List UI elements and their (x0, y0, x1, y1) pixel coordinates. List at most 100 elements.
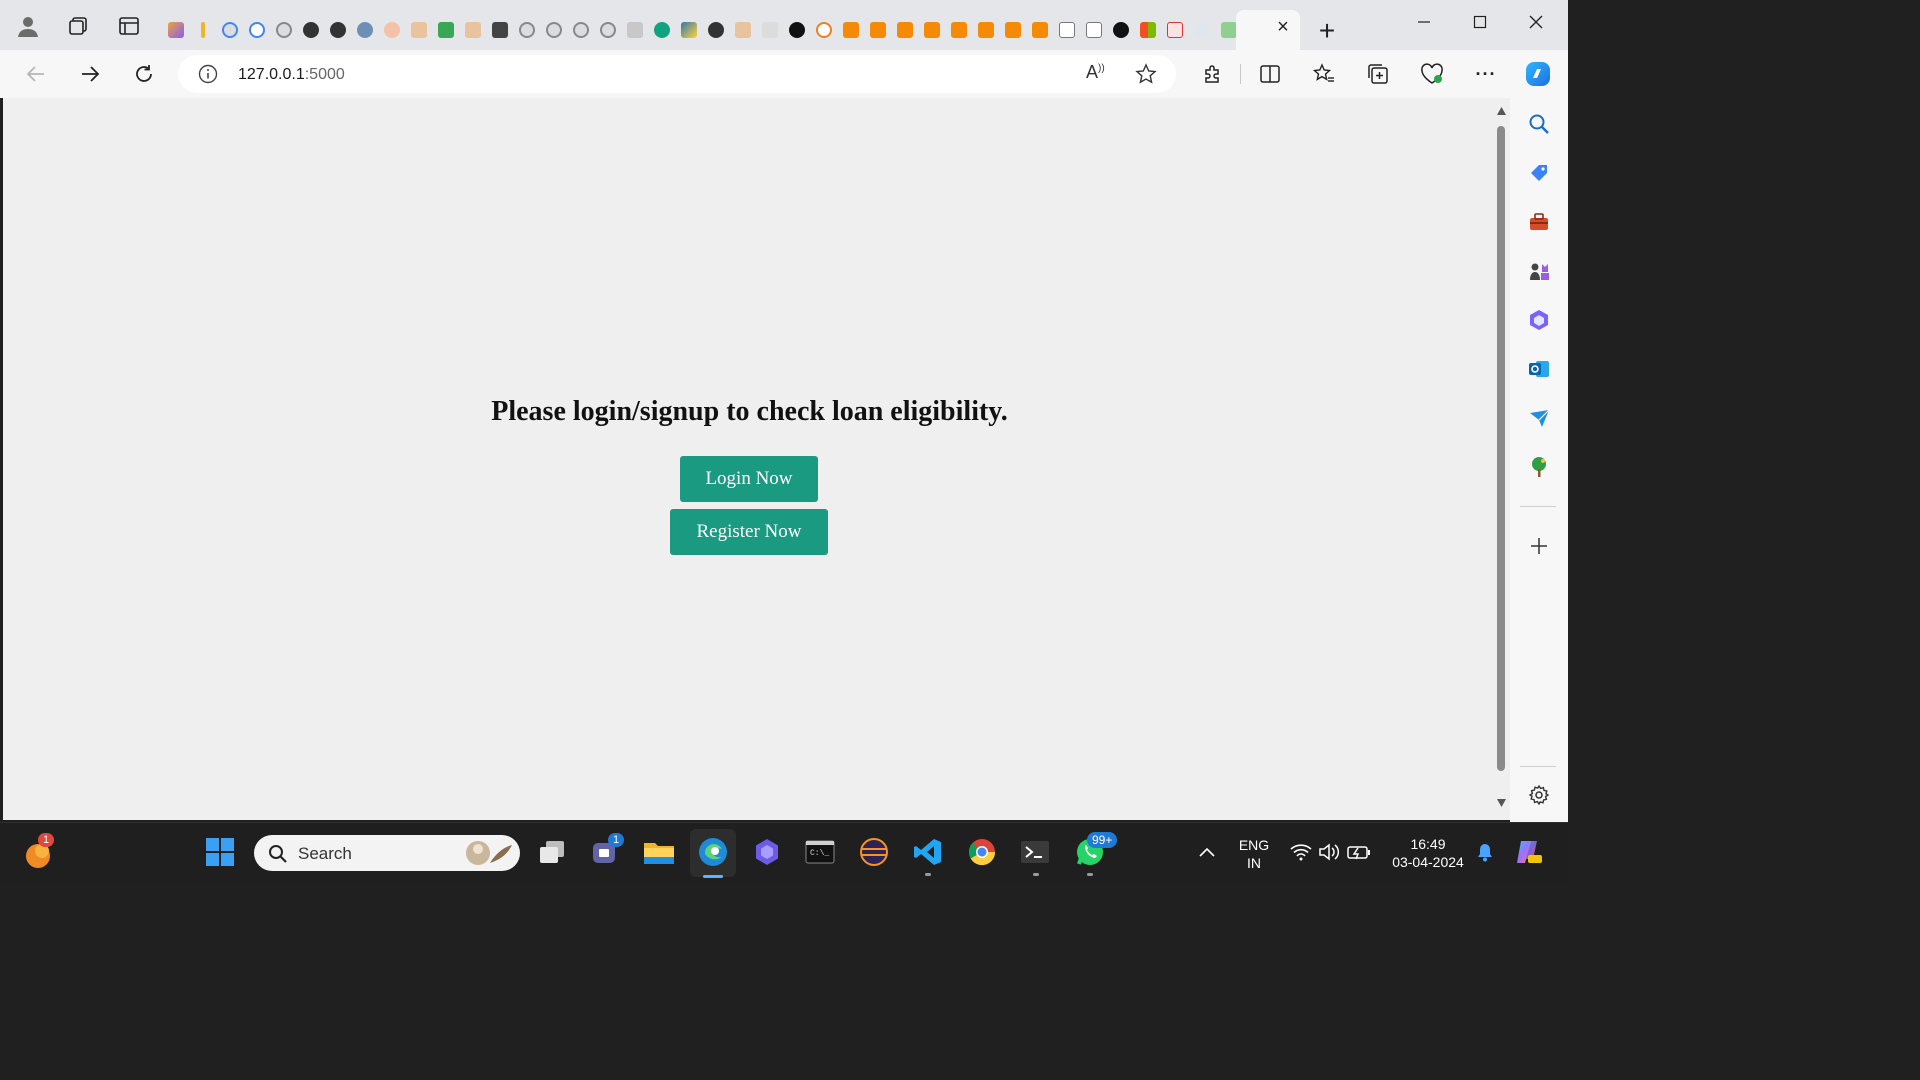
games-icon[interactable] (1527, 259, 1551, 283)
tab-favicon[interactable] (999, 16, 1026, 44)
tab-favicon[interactable] (675, 16, 702, 44)
start-button[interactable] (204, 835, 236, 869)
tab-favicon[interactable] (1134, 16, 1161, 44)
tab-favicon[interactable] (1080, 16, 1107, 44)
shopping-tag-icon[interactable] (1527, 161, 1551, 185)
workspaces-icon[interactable] (66, 14, 90, 38)
browser-essentials-icon[interactable] (1418, 60, 1446, 88)
outlook-icon[interactable] (1527, 357, 1551, 381)
tab-favicon[interactable] (378, 16, 405, 44)
extensions-icon[interactable] (1198, 60, 1226, 88)
tab-favicon[interactable] (459, 16, 486, 44)
tab-favicon[interactable] (918, 16, 945, 44)
tab-favicon[interactable] (513, 16, 540, 44)
microsoft-365-icon[interactable] (1527, 308, 1551, 332)
register-now-button[interactable]: Register Now (670, 509, 828, 555)
task-view-icon[interactable] (536, 835, 568, 869)
close-tab-icon[interactable]: × (1272, 16, 1294, 38)
tab-favicon[interactable] (1053, 16, 1080, 44)
minimize-button[interactable] (1404, 8, 1444, 36)
volume-icon[interactable] (1316, 835, 1342, 869)
tab-favicon[interactable] (297, 16, 324, 44)
tab-favicon[interactable] (729, 16, 756, 44)
split-screen-icon[interactable] (1256, 60, 1284, 88)
active-tab[interactable]: × (1236, 10, 1300, 50)
tab-favicon[interactable] (243, 16, 270, 44)
tab-favicon[interactable] (756, 16, 783, 44)
taskbar-search[interactable]: Search (254, 835, 520, 871)
show-hidden-icons-chevron-icon[interactable] (1193, 835, 1221, 869)
scroll-up-arrow-icon[interactable] (1496, 106, 1507, 116)
maximize-button[interactable] (1460, 8, 1500, 36)
tab-favicon[interactable] (648, 16, 675, 44)
read-aloud-icon[interactable]: A)) (1086, 62, 1110, 86)
tab-favicon[interactable] (621, 16, 648, 44)
add-sidebar-app-icon[interactable] (1527, 534, 1551, 558)
eclipse-icon[interactable] (858, 835, 890, 869)
tab-favicon[interactable] (270, 16, 297, 44)
back-button[interactable] (22, 60, 50, 88)
vscode-icon[interactable] (912, 835, 944, 869)
tab-favicon[interactable] (810, 16, 837, 44)
forward-button[interactable] (76, 60, 104, 88)
input-language-indicator[interactable]: ENG IN (1232, 836, 1276, 872)
tab-actions-icon[interactable] (117, 14, 141, 38)
tab-favicon[interactable] (432, 16, 459, 44)
tab-favicon[interactable] (1188, 16, 1215, 44)
notifications-bell-icon[interactable] (1472, 835, 1498, 869)
tab-favicon[interactable] (486, 16, 513, 44)
teams-icon[interactable]: 1 (590, 833, 625, 869)
tab-favicon[interactable] (351, 16, 378, 44)
clock[interactable]: 16:49 03-04-2024 (1384, 835, 1472, 871)
copilot-preview-icon[interactable] (1512, 835, 1544, 869)
wifi-icon[interactable] (1288, 835, 1314, 869)
tab-favicon[interactable] (594, 16, 621, 44)
profile-icon[interactable] (16, 14, 40, 38)
refresh-button[interactable] (130, 60, 158, 88)
tab-favicon[interactable] (162, 16, 189, 44)
favorite-star-icon[interactable] (1135, 63, 1157, 85)
tab-favicon[interactable] (216, 16, 243, 44)
edge-icon[interactable] (697, 835, 729, 869)
page-scrollbar[interactable] (1493, 98, 1510, 820)
tab-favicon[interactable] (783, 16, 810, 44)
address-bar[interactable]: 127.0.0.1:5000 A)) (178, 55, 1176, 93)
tab-favicon[interactable] (540, 16, 567, 44)
tab-favicon[interactable] (1026, 16, 1053, 44)
login-now-button[interactable]: Login Now (680, 456, 818, 502)
tab-favicon[interactable] (864, 16, 891, 44)
tab-favicon[interactable] (405, 16, 432, 44)
tab-favicon[interactable] (945, 16, 972, 44)
tab-favicon[interactable] (324, 16, 351, 44)
tab-favicon[interactable] (837, 16, 864, 44)
power-automate-icon[interactable] (751, 835, 783, 869)
scroll-thumb[interactable] (1497, 126, 1505, 771)
tab-favicon[interactable] (1107, 16, 1134, 44)
tab-favicon[interactable] (189, 16, 216, 44)
battery-icon[interactable] (1346, 835, 1372, 869)
settings-and-more-icon[interactable]: ··· (1472, 60, 1500, 88)
tab-favicon[interactable] (1161, 16, 1188, 44)
whatsapp-icon[interactable]: 99+ (1074, 832, 1118, 869)
drop-send-icon[interactable] (1527, 406, 1551, 430)
terminal-icon[interactable]: C:\_ (804, 835, 836, 869)
tab-favicon[interactable] (702, 16, 729, 44)
weather-widget-icon[interactable]: 1 (22, 833, 55, 871)
tools-icon[interactable] (1527, 210, 1551, 234)
collections-icon[interactable] (1364, 60, 1392, 88)
site-info-icon[interactable] (198, 64, 218, 84)
tab-favicon[interactable] (891, 16, 918, 44)
scroll-down-arrow-icon[interactable] (1496, 798, 1507, 808)
close-window-button[interactable] (1516, 8, 1556, 36)
file-explorer-icon[interactable] (643, 835, 675, 869)
chrome-icon[interactable] (966, 835, 998, 869)
copilot-icon[interactable] (1522, 58, 1554, 90)
sidebar-settings-icon[interactable] (1527, 783, 1551, 807)
favorites-icon[interactable] (1310, 60, 1338, 88)
tree-icon[interactable] (1527, 455, 1551, 479)
tab-favicon[interactable] (567, 16, 594, 44)
new-tab-button[interactable]: + (1314, 17, 1340, 45)
search-icon[interactable] (1527, 112, 1551, 136)
tab-favicon[interactable] (972, 16, 999, 44)
powershell-icon[interactable] (1019, 835, 1051, 869)
